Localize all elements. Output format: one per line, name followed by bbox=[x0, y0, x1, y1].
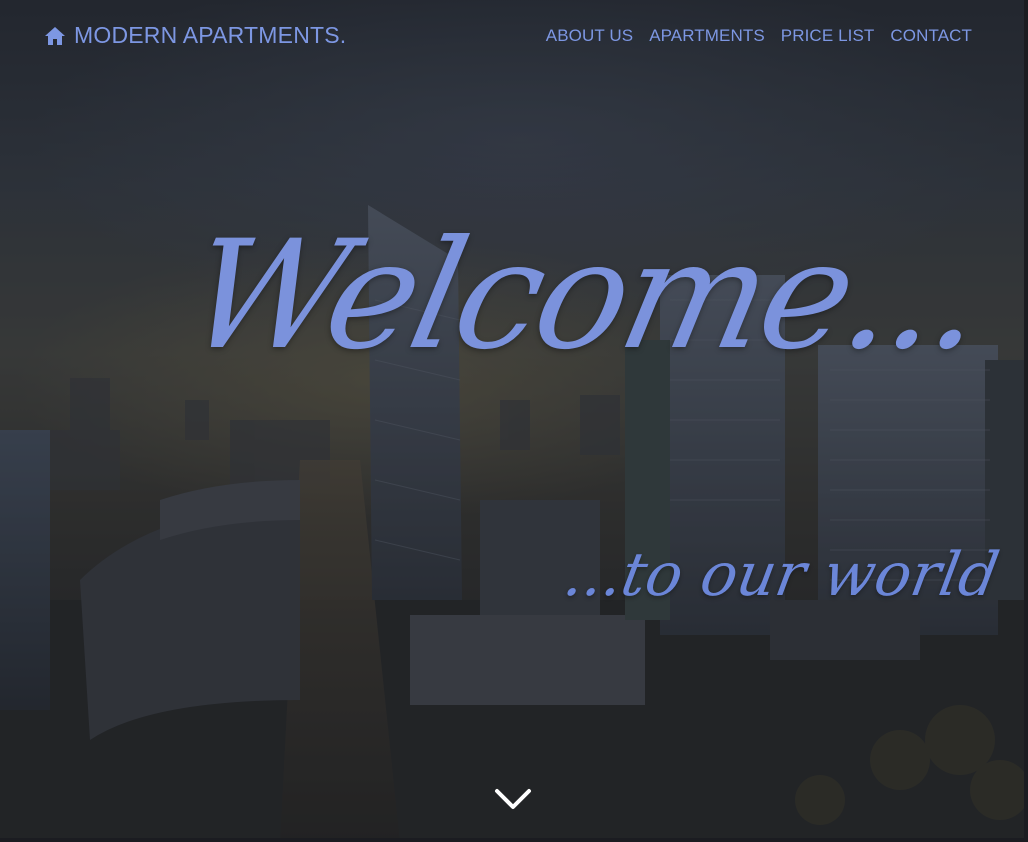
nav-menu: ABOUT US APARTMENTS PRICE LIST CONTACT bbox=[546, 26, 972, 46]
hero-headline: Welcome... bbox=[173, 209, 998, 383]
nav-price-list[interactable]: PRICE LIST bbox=[781, 26, 875, 46]
chevron-down-icon[interactable] bbox=[493, 785, 533, 813]
hero-section: MODERN APARTMENTS. ABOUT US APARTMENTS P… bbox=[0, 0, 1028, 842]
nav-apartments[interactable]: APARTMENTS bbox=[649, 26, 765, 46]
brand-name: MODERN APARTMENTS. bbox=[74, 22, 347, 48]
brand-link[interactable]: MODERN APARTMENTS. bbox=[43, 22, 346, 49]
frame-edge bbox=[1024, 0, 1028, 842]
hero-tagline: ...to our world bbox=[558, 540, 1004, 610]
nav-about-us[interactable]: ABOUT US bbox=[546, 26, 633, 46]
background-overlay bbox=[0, 0, 1028, 842]
top-navbar: MODERN APARTMENTS. ABOUT US APARTMENTS P… bbox=[0, 0, 1028, 72]
frame-edge bbox=[0, 838, 1028, 842]
nav-contact[interactable]: CONTACT bbox=[890, 26, 972, 46]
home-icon bbox=[45, 26, 65, 45]
